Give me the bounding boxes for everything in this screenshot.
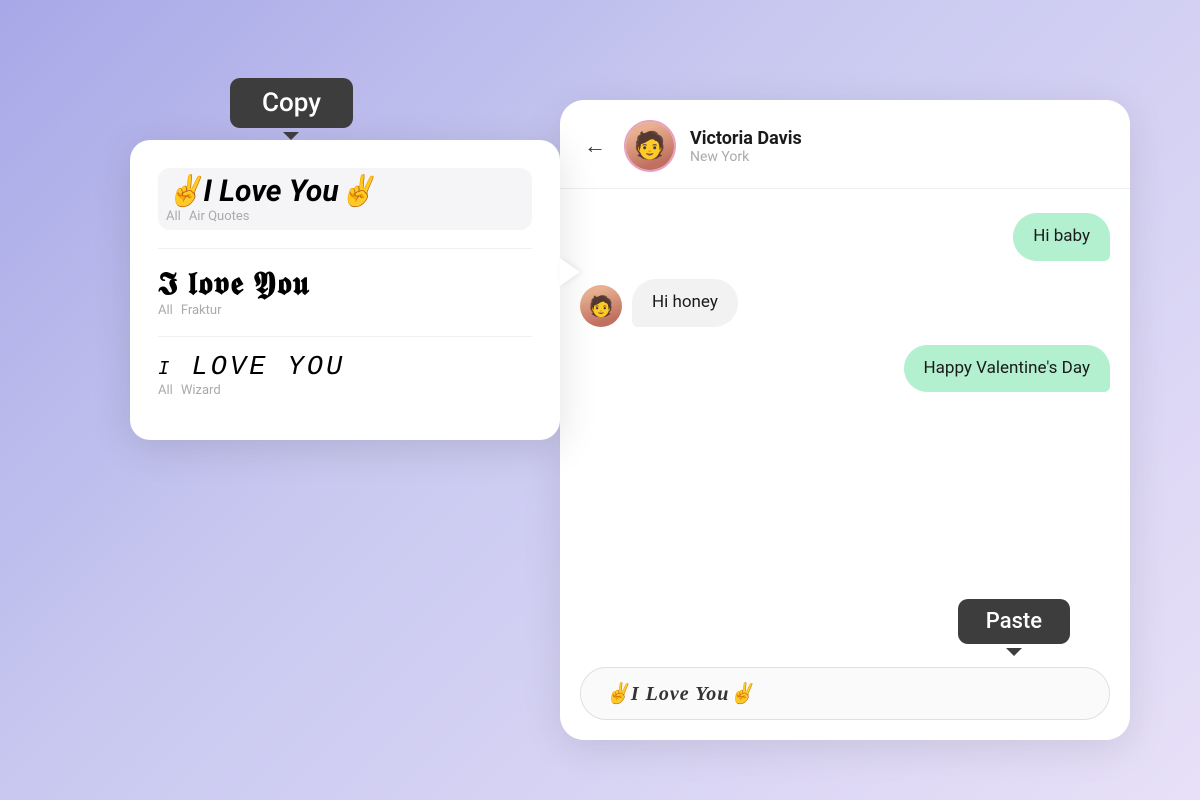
message-row-2: 🧑 Hi honey	[580, 279, 1110, 327]
paste-tooltip[interactable]: Paste	[958, 599, 1070, 644]
font-tag-all-1: All	[166, 209, 181, 224]
chat-input-area: Paste	[560, 653, 1130, 740]
font-divider-1	[158, 248, 532, 249]
bubble-received-1: Hi honey	[632, 279, 738, 327]
font-tag-all-3: All	[158, 383, 173, 398]
chat-avatar: 🧑	[624, 120, 676, 172]
chat-header-info: Victoria Davis New York	[690, 128, 1106, 165]
font-tag-all-2: All	[158, 303, 173, 318]
chat-contact-location: New York	[690, 149, 1106, 165]
font-tag-air-quotes: Air Quotes	[189, 209, 250, 224]
font-item-wizard[interactable]: i LОVE YОU All Wizard	[158, 353, 532, 398]
picker-arrow	[560, 258, 580, 286]
font-tag-fraktur: Fraktur	[181, 303, 222, 318]
font-tags-wizard: All Wizard	[158, 383, 532, 398]
chat-header: ← 🧑 Victoria Davis New York	[560, 100, 1130, 189]
avatar-image: 🧑	[626, 122, 674, 170]
font-item-fraktur[interactable]: 𝕴 𝖑𝖔𝖛𝖊 𝖄𝖔𝖚 All Fraktur	[158, 265, 532, 318]
paste-tooltip-label: Paste	[986, 609, 1042, 634]
chat-contact-name: Victoria Davis	[690, 128, 1106, 149]
chat-input[interactable]	[580, 667, 1110, 720]
font-text-fraktur: 𝕴 𝖑𝖔𝖛𝖊 𝖄𝖔𝖚	[158, 265, 532, 303]
font-tags-fraktur: All Fraktur	[158, 303, 532, 318]
chat-messages: Hi baby 🧑 Hi honey Happy Valentine's Day	[560, 189, 1130, 653]
font-tag-wizard: Wizard	[181, 383, 221, 398]
bubble-sent-2: Happy Valentine's Day	[904, 345, 1110, 393]
chat-panel: ← 🧑 Victoria Davis New York Hi baby 🧑 Hi…	[560, 100, 1130, 740]
copy-tooltip-label: Copy	[262, 88, 321, 118]
copy-tooltip[interactable]: Copy	[230, 78, 353, 128]
message-row-3: Happy Valentine's Day	[580, 345, 1110, 393]
font-picker-panel: Copy ✌️I Love You✌️ All Air Quotes 𝕴 𝖑𝖔𝖛…	[130, 140, 560, 440]
font-text-air-quotes: ✌️I Love You✌️	[166, 174, 524, 209]
font-divider-2	[158, 336, 532, 337]
font-item-air-quotes[interactable]: ✌️I Love You✌️ All Air Quotes	[158, 168, 532, 230]
message-row-1: Hi baby	[580, 213, 1110, 261]
back-button[interactable]: ←	[584, 133, 606, 159]
font-tags-air-quotes: All Air Quotes	[166, 209, 524, 224]
font-text-wizard: i LОVE YОU	[158, 353, 532, 383]
receiver-avatar: 🧑	[580, 285, 622, 327]
bubble-sent-1: Hi baby	[1013, 213, 1110, 261]
scene: Copy ✌️I Love You✌️ All Air Quotes 𝕴 𝖑𝖔𝖛…	[70, 60, 1130, 740]
